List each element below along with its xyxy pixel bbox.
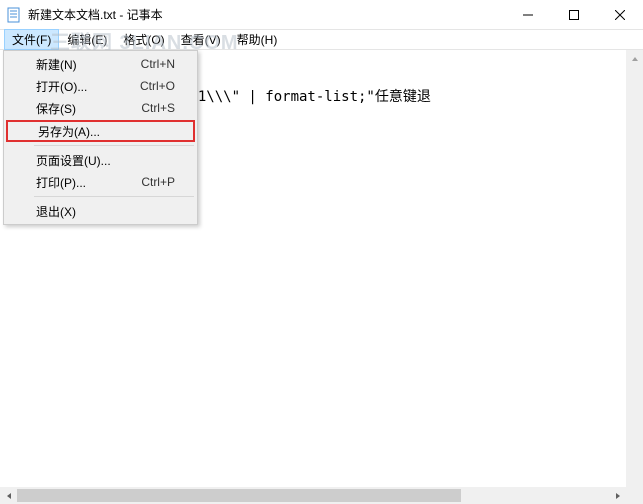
menu-format[interactable]: 格式(O) — [115, 29, 172, 50]
scroll-right-button[interactable] — [609, 487, 626, 504]
menu-item-print[interactable]: 打印(P)... Ctrl+P — [6, 171, 195, 193]
file-menu-dropdown: 新建(N) Ctrl+N 打开(O)... Ctrl+O 保存(S) Ctrl+… — [3, 50, 198, 225]
app-icon — [6, 7, 22, 23]
menu-item-save-as[interactable]: 另存为(A)... — [6, 120, 195, 142]
menu-item-label: 另存为(A)... — [38, 123, 173, 140]
menu-edit[interactable]: 编辑(E) — [59, 29, 115, 50]
menu-item-shortcut: Ctrl+N — [141, 57, 175, 71]
menu-item-open[interactable]: 打开(O)... Ctrl+O — [6, 75, 195, 97]
window-title: 新建文本文档.txt - 记事本 — [28, 6, 505, 23]
menubar: 文件(F) 编辑(E) 格式(O) 查看(V) 帮助(H) — [0, 30, 643, 50]
titlebar: 新建文本文档.txt - 记事本 — [0, 0, 643, 30]
menu-item-label: 打开(O)... — [36, 78, 140, 95]
maximize-button[interactable] — [551, 0, 597, 29]
scroll-left-button[interactable] — [0, 487, 17, 504]
menu-separator — [34, 196, 194, 197]
menu-item-shortcut: Ctrl+S — [141, 101, 175, 115]
scroll-up-button[interactable] — [626, 50, 643, 67]
scrollbar-horizontal[interactable] — [0, 487, 626, 504]
menu-file[interactable]: 文件(F) — [4, 29, 59, 50]
menu-view[interactable]: 查看(V) — [173, 29, 229, 50]
menu-item-exit[interactable]: 退出(X) — [6, 200, 195, 222]
menu-item-shortcut: Ctrl+O — [140, 79, 175, 93]
menu-item-label: 新建(N) — [36, 56, 141, 73]
scroll-track[interactable] — [17, 487, 609, 504]
window-controls — [505, 0, 643, 29]
minimize-button[interactable] — [505, 0, 551, 29]
menu-item-save[interactable]: 保存(S) Ctrl+S — [6, 97, 195, 119]
menu-separator — [34, 145, 194, 146]
scroll-thumb[interactable] — [17, 489, 461, 502]
menu-item-new[interactable]: 新建(N) Ctrl+N — [6, 53, 195, 75]
menu-item-label: 页面设置(U)... — [36, 152, 175, 169]
menu-help[interactable]: 帮助(H) — [229, 29, 286, 50]
menu-item-label: 打印(P)... — [36, 174, 141, 191]
menu-item-page-setup[interactable]: 页面设置(U)... — [6, 149, 195, 171]
scrollbar-vertical[interactable] — [626, 50, 643, 487]
scrollbar-corner — [626, 487, 643, 504]
menu-item-shortcut: Ctrl+P — [141, 175, 175, 189]
close-button[interactable] — [597, 0, 643, 29]
menu-item-label: 保存(S) — [36, 100, 141, 117]
menu-item-label: 退出(X) — [36, 203, 175, 220]
